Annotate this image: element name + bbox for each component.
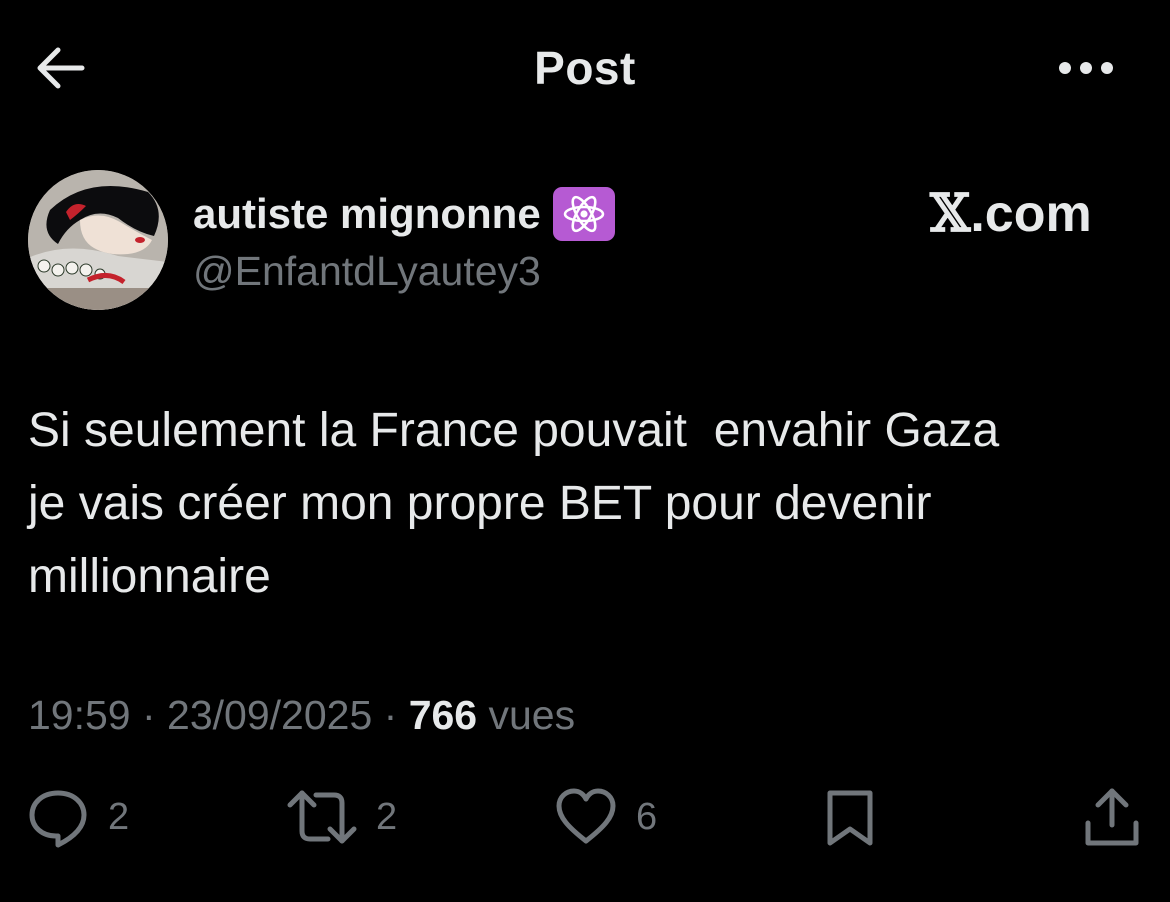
avatar-image: [28, 170, 168, 310]
views-label: vues: [477, 692, 576, 738]
display-name[interactable]: autiste mignonne: [193, 190, 541, 238]
author-name-row[interactable]: autiste mignonne: [193, 186, 615, 242]
page-title: Post: [534, 42, 636, 94]
bookmark-button[interactable]: [822, 784, 878, 850]
bookmark-icon: [827, 790, 873, 846]
site-watermark: 𝕏.com: [930, 182, 1092, 246]
watermark-suffix: .com: [970, 185, 1092, 243]
post-date: 23/09/2025: [167, 692, 373, 738]
post-meta: 19:59 · 23/09/2025 · 766 vues: [28, 690, 575, 740]
arrow-left-icon: [37, 47, 85, 89]
back-button[interactable]: [30, 40, 90, 96]
meta-separator: ·: [372, 692, 409, 738]
share-button[interactable]: [1082, 784, 1142, 850]
post-text-line: Si seulement la France pouvait envahir G…: [28, 404, 1000, 457]
repost-icon: [287, 790, 357, 844]
avatar[interactable]: [28, 170, 168, 310]
post-time: 19:59: [28, 692, 131, 738]
like-button[interactable]: 6: [554, 784, 657, 850]
more-options-button[interactable]: [1050, 40, 1122, 96]
reply-icon: [29, 790, 87, 848]
post-text-line: millionnaire: [28, 550, 271, 603]
atom-symbol-icon: [552, 187, 615, 241]
repost-button[interactable]: 2: [286, 784, 397, 850]
meta-separator: ·: [130, 692, 168, 738]
reply-count: 2: [108, 795, 130, 838]
post-text: Si seulement la France pouvait envahir G…: [28, 394, 1138, 613]
repost-count: 2: [376, 795, 398, 838]
more-horizontal-icon: [1059, 62, 1113, 74]
post-text-line: je vais créer mon propre BET pour deveni…: [28, 477, 932, 530]
share-icon: [1085, 788, 1139, 846]
x-logo-icon: 𝕏: [930, 183, 971, 244]
author-handle[interactable]: @EnfantdLyautey3: [193, 246, 541, 296]
like-count: 6: [636, 795, 658, 838]
views-count[interactable]: 766: [409, 692, 477, 738]
heart-icon: [556, 788, 616, 844]
reply-button[interactable]: 2: [26, 784, 129, 850]
